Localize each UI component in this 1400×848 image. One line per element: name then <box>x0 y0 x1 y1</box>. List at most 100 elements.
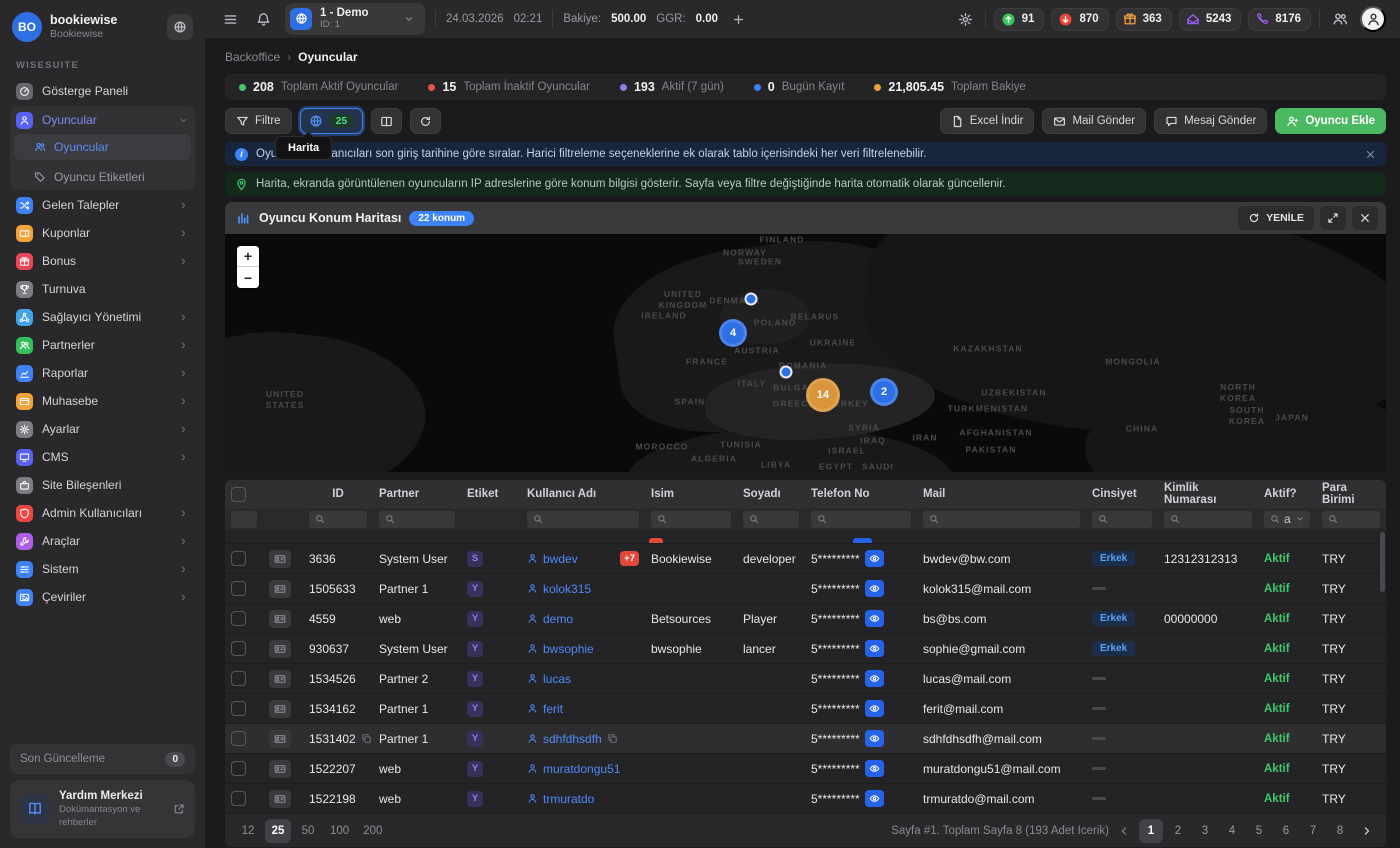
column-header-checkbox[interactable] <box>225 487 263 502</box>
map-marker-dot[interactable] <box>745 293 758 306</box>
copy-icon[interactable] <box>361 733 372 744</box>
deposit-badge[interactable]: 91 <box>994 8 1045 31</box>
sidebar-subitem-oyuncu-etiketleri[interactable]: Oyuncu Etiketleri <box>10 164 195 190</box>
page-size-12[interactable]: 12 <box>235 819 261 843</box>
withdraw-badge[interactable]: 870 <box>1051 8 1108 31</box>
zoom-in-button[interactable]: + <box>237 246 259 267</box>
column-search-input-phone[interactable] <box>811 511 911 528</box>
send-message-button[interactable]: Mesaj Gönder <box>1154 108 1267 134</box>
username-link[interactable]: kolok315 <box>527 582 591 596</box>
reveal-phone-button[interactable] <box>865 790 884 807</box>
sidebar-item-sa-lay-c-y-netimi[interactable]: Sağlayıcı Yönetimi <box>10 303 195 331</box>
sidebar-item-turnuva[interactable]: Turnuva <box>10 275 195 303</box>
username-link[interactable]: lucas <box>527 672 571 686</box>
next-page-button[interactable] <box>1358 822 1376 840</box>
sidebar-item-raporlar[interactable]: Raporlar <box>10 359 195 387</box>
table-row[interactable]: 930637System UserYbwsophiebwsophielancer… <box>225 634 1386 664</box>
map-marker-cluster[interactable]: 4 <box>719 319 747 347</box>
language-button[interactable] <box>167 14 193 40</box>
select-all-checkbox[interactable] <box>231 487 246 502</box>
profile-avatar-button[interactable] <box>1360 6 1386 32</box>
row-checkbox[interactable] <box>231 581 246 596</box>
id-card-icon[interactable] <box>269 730 291 748</box>
prev-page-button[interactable] <box>1115 822 1133 840</box>
sidebar-item-kuponlar[interactable]: Kuponlar <box>10 219 195 247</box>
username-link[interactable]: ferit <box>527 702 563 716</box>
username-link[interactable]: bwdev <box>527 552 578 566</box>
reveal-phone-button[interactable] <box>865 700 884 717</box>
column-search-input-currency[interactable] <box>1322 511 1380 528</box>
id-card-icon[interactable] <box>269 640 291 658</box>
filter-clear-cell[interactable] <box>231 511 257 528</box>
sidebar-item-muhasebe[interactable]: Muhasebe <box>10 387 195 415</box>
sidebar-item--eviriler[interactable]: Çeviriler <box>10 583 195 611</box>
zoom-out-button[interactable]: − <box>237 267 259 288</box>
online-users-icon-button[interactable] <box>1328 7 1352 31</box>
table-row[interactable]: 3636System UserSbwdev+7Bookiewisedevelop… <box>225 544 1386 574</box>
page-7[interactable]: 7 <box>1301 819 1325 843</box>
hamburger-menu-button[interactable] <box>219 8 242 31</box>
reveal-phone-button[interactable] <box>865 610 884 627</box>
id-card-icon[interactable] <box>269 790 291 808</box>
column-search-input-gender[interactable] <box>1092 511 1152 528</box>
map-canvas[interactable]: + − NORWAYSWEDENFINLANDUNITED KINGDOMIRE… <box>225 234 1386 472</box>
mail-badge[interactable]: 5243 <box>1179 8 1242 31</box>
reveal-phone-button[interactable] <box>865 670 884 687</box>
table-row[interactable]: 1534162Partner 1Yferit5*********ferit@ma… <box>225 694 1386 724</box>
column-search-input-username[interactable] <box>527 511 639 528</box>
map-refresh-button[interactable]: YENİLE <box>1238 206 1314 230</box>
table-row[interactable]: 1522207webYmuratdongu515*********muratdo… <box>225 754 1386 784</box>
sidebar-item-sistem[interactable]: Sistem <box>10 555 195 583</box>
row-checkbox[interactable] <box>231 791 246 806</box>
row-checkbox[interactable] <box>231 641 246 656</box>
page-6[interactable]: 6 <box>1274 819 1298 843</box>
table-row[interactable]: 1505633Partner 1Ykolok3155*********kolok… <box>225 574 1386 604</box>
sidebar-item-partnerler[interactable]: Partnerler <box>10 331 195 359</box>
page-size-100[interactable]: 100 <box>325 819 354 843</box>
username-link[interactable]: sdhfdhsdfh <box>527 732 602 746</box>
column-search-input-mail[interactable] <box>923 511 1080 528</box>
map-marker-cluster[interactable]: 2 <box>870 378 898 406</box>
sidebar-subitem-oyuncular[interactable]: Oyuncular <box>14 134 191 160</box>
id-card-icon[interactable] <box>269 670 291 688</box>
page-8[interactable]: 8 <box>1328 819 1352 843</box>
id-card-icon[interactable] <box>269 700 291 718</box>
page-1[interactable]: 1 <box>1139 819 1163 843</box>
column-search-input-identity[interactable] <box>1164 511 1252 528</box>
id-card-icon[interactable] <box>269 550 291 568</box>
username-link[interactable]: demo <box>527 612 573 626</box>
map-close-button[interactable] <box>1352 206 1378 230</box>
sidebar-item-ara-lar[interactable]: Araçlar <box>10 527 195 555</box>
row-checkbox[interactable] <box>231 731 246 746</box>
row-checkbox[interactable] <box>231 761 246 776</box>
filter-button[interactable]: Filtre <box>225 108 292 134</box>
row-checkbox[interactable] <box>231 671 246 686</box>
page-size-200[interactable]: 200 <box>358 819 387 843</box>
row-checkbox[interactable] <box>231 701 246 716</box>
reveal-phone-button[interactable] <box>865 550 884 567</box>
table-scrollbar[interactable] <box>1380 532 1385 592</box>
column-search-input-surname[interactable] <box>743 511 799 528</box>
sidebar-item-cms[interactable]: CMS <box>10 443 195 471</box>
excel-download-button[interactable]: Excel İndir <box>940 108 1035 134</box>
help-center-card[interactable]: Yardım Merkezi Dokümantasyon ve rehberle… <box>10 780 195 838</box>
row-checkbox[interactable] <box>231 611 246 626</box>
close-icon[interactable] <box>1365 149 1376 160</box>
table-row[interactable]: 1522198webYtrmuratdo5*********trmuratdo@… <box>225 784 1386 814</box>
sidebar-item-g-sterge-paneli[interactable]: Gösterge Paneli <box>10 77 195 105</box>
page-2[interactable]: 2 <box>1166 819 1190 843</box>
username-link[interactable]: trmuratdo <box>527 792 594 806</box>
map-marker-dot[interactable] <box>780 366 793 379</box>
sidebar-item-gelen-talepler[interactable]: Gelen Talepler <box>10 191 195 219</box>
map-expand-button[interactable] <box>1320 206 1346 230</box>
add-player-button[interactable]: Oyuncu Ekle <box>1275 108 1386 134</box>
table-row[interactable]: 4559webYdemoBetsourcesPlayer5*********bs… <box>225 604 1386 634</box>
id-card-icon[interactable] <box>269 610 291 628</box>
reveal-phone-button[interactable] <box>865 640 884 657</box>
columns-button[interactable] <box>371 108 402 134</box>
username-link[interactable]: bwsophie <box>527 642 594 656</box>
column-search-input-id[interactable] <box>309 511 367 528</box>
column-search-input-partner[interactable] <box>379 511 455 528</box>
copy-icon[interactable] <box>607 733 618 744</box>
tenant-selector[interactable]: 1 - Demo ID: 1 <box>285 3 425 35</box>
